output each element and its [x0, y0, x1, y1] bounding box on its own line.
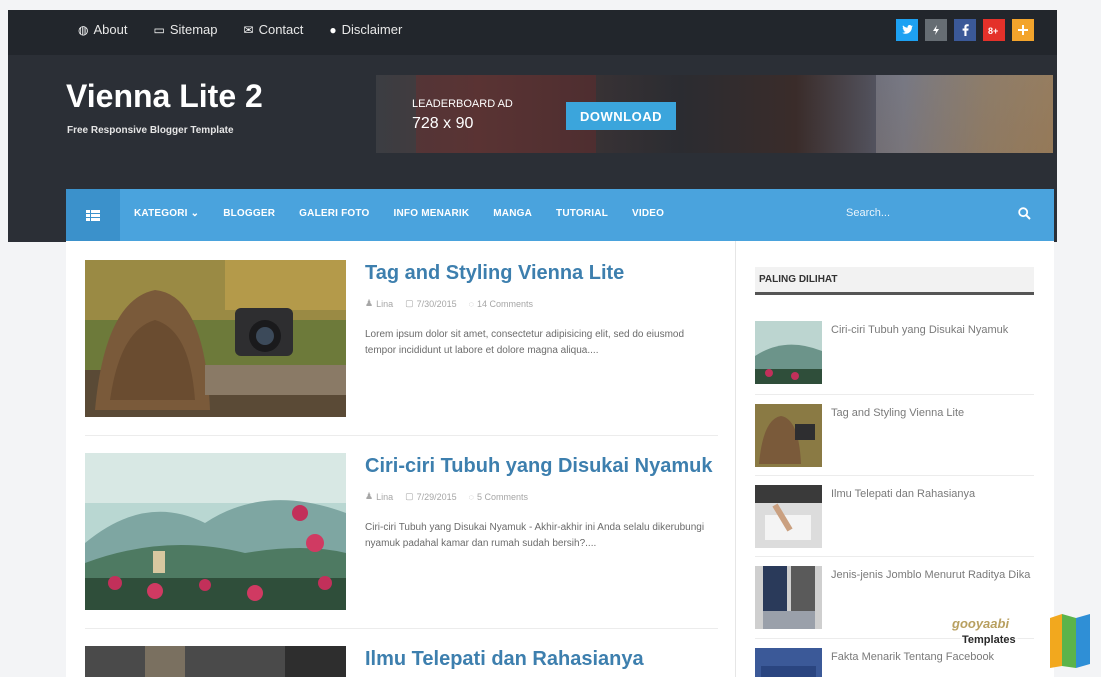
post-meta: ♟ Lina ▢ 7/30/2015 ◌ 14 Comments: [365, 298, 533, 309]
ad-size: 728 x 90: [412, 115, 474, 132]
calendar-icon: ▢: [405, 491, 414, 501]
site-title[interactable]: Vienna Lite 2: [66, 78, 263, 115]
popular-post-title[interactable]: Ilmu Telepati dan Rahasianya: [831, 487, 1031, 502]
post-excerpt: Lorem ipsum dolor sit amet, consectetur …: [365, 329, 685, 356]
leaderboard-ad[interactable]: LEADERBOARD AD 728 x 90 DOWNLOAD: [376, 75, 1053, 153]
nav-item-info-menarik[interactable]: INFO MENARIK: [394, 208, 470, 219]
post-thumbnail-telepathy[interactable]: [85, 646, 346, 677]
post-date: ▢ 7/30/2015: [405, 298, 457, 309]
column-divider: [735, 241, 736, 677]
post-item: Ilmu Telepati dan Rahasianya: [85, 646, 718, 677]
popular-thumb: [755, 485, 822, 548]
comment-icon: ◌: [468, 491, 475, 502]
twitter-icon[interactable]: [896, 19, 918, 41]
svg-text:8+: 8+: [988, 26, 998, 35]
popular-thumb: [755, 404, 822, 467]
popular-post-title[interactable]: Ciri-ciri Tubuh yang Disukai Nyamuk: [831, 323, 1031, 338]
post-comments[interactable]: ◌ 5 Comments: [469, 491, 528, 502]
download-button[interactable]: DOWNLOAD: [566, 102, 676, 130]
post-item: Tag and Styling Vienna Lite ♟ Lina ▢ 7/30/…: [85, 260, 718, 436]
sidebar-divider: [755, 475, 1034, 476]
top-link-contact[interactable]: ✉ Contact: [244, 22, 304, 37]
top-link-label: About: [93, 22, 128, 37]
post-author[interactable]: ♟ Lina: [365, 491, 393, 502]
top-link-label: Disclaimer: [341, 22, 403, 37]
popular-thumb: [755, 566, 822, 629]
post-author[interactable]: ♟ Lina: [365, 298, 393, 309]
ad-label: LEADERBOARD AD: [412, 98, 513, 110]
top-links: ◍ About ▭ Sitemap ✉ Contact ● Disclaimer: [78, 22, 402, 37]
post-divider: [85, 435, 718, 436]
nav-item-blogger[interactable]: BLOGGER: [223, 208, 275, 219]
watermark-line2: Templates: [960, 634, 1018, 646]
post-thumbnail-backpack[interactable]: [85, 260, 346, 417]
menu-grid-button[interactable]: [66, 189, 120, 241]
comment-icon: ◌: [468, 298, 475, 309]
sidebar-heading-label: PALING DILIHAT: [759, 274, 838, 285]
nav-items: KATEGORI ⌄ BLOGGER GALERI FOTO INFO MENA…: [134, 208, 664, 219]
post-thumbnail-landscape[interactable]: [85, 453, 346, 610]
site-tagline: Free Responsive Blogger Template: [67, 125, 234, 136]
top-link-about[interactable]: ◍ About: [78, 22, 127, 37]
user-icon: ♟: [365, 491, 374, 501]
post-title[interactable]: Ilmu Telepati dan Rahasianya: [365, 648, 644, 671]
book-logo-icon: [1050, 614, 1090, 668]
facebook-icon[interactable]: [954, 19, 976, 41]
post-title[interactable]: Tag and Styling Vienna Lite: [365, 262, 624, 285]
social-icons: 8+: [896, 19, 1034, 41]
globe-icon: ◍: [78, 22, 89, 37]
alert-icon: ●: [329, 22, 337, 37]
post-meta: ♟ Lina ▢ 7/29/2015 ◌ 5 Comments: [365, 491, 528, 502]
top-link-label: Sitemap: [169, 22, 218, 37]
flickr-icon[interactable]: [925, 19, 947, 41]
nav-item-manga[interactable]: MANGA: [493, 208, 532, 219]
top-link-sitemap[interactable]: ▭ Sitemap: [153, 22, 217, 37]
calendar-icon: ▢: [405, 298, 414, 308]
user-icon: ♟: [365, 298, 374, 308]
popular-thumb: [755, 648, 822, 677]
plus-icon[interactable]: [1012, 19, 1034, 41]
post-title[interactable]: Ciri-ciri Tubuh yang Disukai Nyamuk: [365, 455, 712, 478]
sidebar-divider: [755, 394, 1034, 395]
nav-item-galeri-foto[interactable]: GALERI FOTO: [299, 208, 369, 219]
nav-item-tutorial[interactable]: TUTORIAL: [556, 208, 608, 219]
post-item: Ciri-ciri Tubuh yang Disukai Nyamuk ♟ Lin…: [85, 453, 718, 629]
sidebar-heading: PALING DILIHAT: [755, 267, 1034, 295]
main-nav: KATEGORI ⌄ BLOGGER GALERI FOTO INFO MENA…: [66, 189, 1054, 241]
popular-thumb: [755, 321, 822, 384]
grid-icon: [86, 209, 100, 221]
folder-icon: ▭: [153, 22, 165, 37]
top-link-disclaimer[interactable]: ● Disclaimer: [329, 22, 402, 37]
sidebar-divider: [755, 556, 1034, 557]
search-input[interactable]: [846, 207, 996, 219]
ad-background: [876, 75, 1053, 153]
envelope-icon: ✉: [243, 22, 254, 37]
search-icon[interactable]: [1018, 207, 1031, 220]
popular-post-title[interactable]: Jenis-jenis Jomblo Menurut Raditya Dika: [831, 568, 1031, 583]
popular-post-title[interactable]: Tag and Styling Vienna Lite: [831, 406, 1031, 421]
google-plus-icon[interactable]: 8+: [983, 19, 1005, 41]
nav-item-kategori[interactable]: KATEGORI ⌄: [134, 208, 199, 219]
post-excerpt: Ciri-ciri Tubuh yang Disukai Nyamuk - Ak…: [365, 522, 705, 549]
post-date: ▢ 7/29/2015: [405, 491, 457, 502]
top-link-label: Contact: [258, 22, 304, 37]
post-divider: [85, 628, 718, 629]
nav-item-video[interactable]: VIDEO: [632, 208, 664, 219]
watermark-line1: gooyaabi: [952, 616, 1010, 631]
watermark-logo: gooyaabi Templates: [948, 612, 1098, 672]
post-comments[interactable]: ◌ 14 Comments: [469, 298, 533, 309]
